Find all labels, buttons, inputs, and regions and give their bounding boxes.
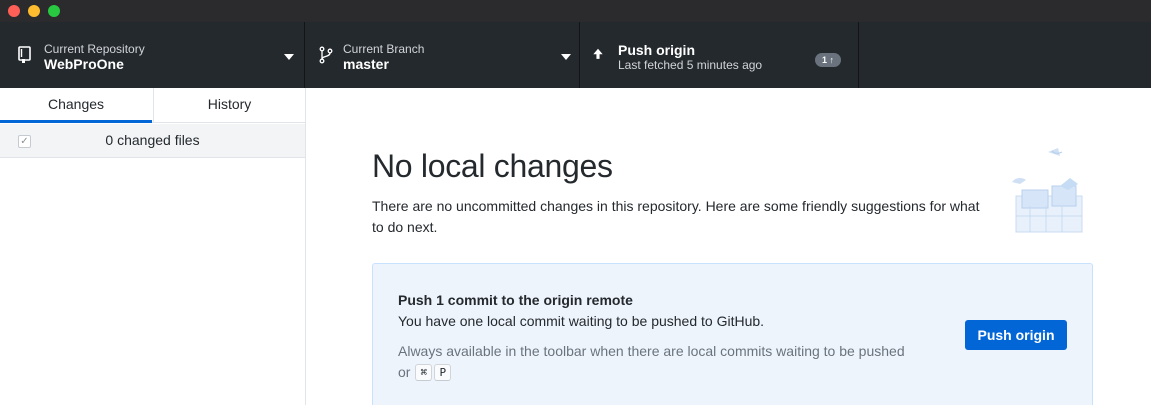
sidebar: Changes History ✓ 0 changed files (0, 88, 306, 405)
push-origin-button[interactable]: Push origin (965, 320, 1067, 350)
current-repository-button[interactable]: Current Repository WebProOne (0, 22, 305, 88)
push-origin-toolbar-button[interactable]: Push origin Last fetched 5 minutes ago 1… (580, 22, 859, 88)
minimize-window-button[interactable] (28, 5, 40, 17)
main-content: No local changes There are no uncommitte… (306, 88, 1151, 405)
chevron-down-icon (561, 54, 571, 60)
maximize-window-button[interactable] (48, 5, 60, 17)
window-title-bar (0, 0, 1151, 22)
changed-files-header: ✓ 0 changed files (0, 124, 305, 158)
push-suggestion-card: Push 1 commit to the origin remote You h… (372, 263, 1093, 405)
command-key: ⌘ (415, 364, 433, 381)
commits-ahead-badge: 1 ↑ (815, 53, 842, 67)
tab-changes[interactable]: Changes (0, 88, 152, 123)
sidebar-tabs: Changes History (0, 88, 305, 123)
no-changes-description: There are no uncommitted changes in this… (372, 198, 980, 235)
close-window-button[interactable] (8, 5, 20, 17)
page-title: No local changes (372, 148, 613, 184)
suggestion-description: You have one local commit waiting to be … (398, 313, 765, 329)
current-branch-label: Current Branch (343, 42, 425, 56)
tab-history[interactable]: History (153, 88, 305, 123)
current-repository-name: WebProOne (44, 56, 124, 72)
current-branch-name: master (343, 56, 389, 72)
arrow-up-icon (593, 48, 603, 59)
repository-icon (18, 46, 31, 63)
chevron-down-icon (284, 54, 294, 60)
suggestion-title: Push 1 commit to the origin remote (398, 292, 633, 308)
suggestion-hint: Always available in the toolbar when the… (398, 341, 918, 383)
current-repository-label: Current Repository (44, 42, 145, 56)
push-origin-title: Push origin (618, 42, 695, 58)
p-key: P (434, 364, 452, 381)
changed-files-count: 0 changed files (105, 132, 200, 148)
empty-state-illustration-icon (1012, 148, 1083, 233)
current-branch-button[interactable]: Current Branch master (305, 22, 580, 88)
suggestion-hint-text: Always available in the toolbar when the… (398, 343, 905, 380)
last-fetched-text: Last fetched 5 minutes ago (618, 58, 763, 72)
toolbar: Current Repository WebProOne Current Bra… (0, 22, 1151, 88)
branch-icon (319, 46, 333, 64)
